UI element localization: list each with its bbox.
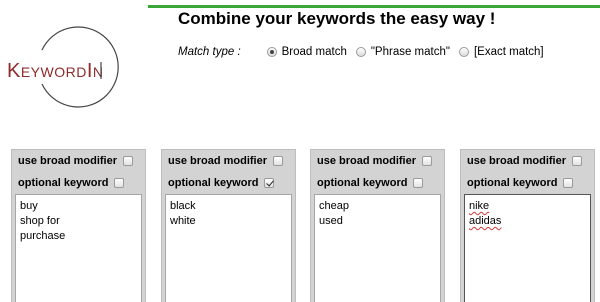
optional-keyword-row: optional keyword [461, 172, 594, 194]
broad-modifier-label: use broad modifier [168, 155, 268, 167]
keyword-column-1: use broad modifier optional keyword buy … [11, 149, 146, 302]
broad-match-radio[interactable] [266, 47, 277, 57]
broad-modifier-row: use broad modifier [12, 150, 145, 172]
keyword-textarea[interactable]: black white [165, 194, 292, 302]
broad-modifier-label: use broad modifier [18, 155, 118, 167]
match-option-phrase[interactable]: "Phrase match" [355, 46, 450, 58]
exact-match-radio[interactable] [458, 47, 469, 57]
keyword-column-2: use broad modifier optional keyword blac… [161, 149, 296, 302]
broad-modifier-label: use broad modifier [317, 155, 417, 167]
optional-keyword-label: optional keyword [317, 177, 408, 189]
keywordin-logo[interactable]: KEYWORDIN [4, 22, 144, 112]
optional-keyword-row: optional keyword [311, 172, 444, 194]
exact-match-label: [Exact match] [473, 46, 544, 58]
keyword-line: adidas [469, 215, 502, 227]
match-option-broad[interactable]: Broad match [266, 46, 347, 58]
phrase-match-radio[interactable] [355, 47, 366, 57]
optional-keyword-row: optional keyword [162, 172, 295, 194]
broad-modifier-row: use broad modifier [162, 150, 295, 172]
top-accent-bar [148, 5, 600, 8]
keyword-column-4: use broad modifier optional keyword nike… [460, 149, 595, 302]
keyword-textarea[interactable]: nike adidas [464, 194, 591, 302]
keyword-line: shop for [20, 215, 60, 227]
match-type-row: Match type : Broad match "Phrase match" … [178, 46, 553, 58]
broad-modifier-checkbox[interactable] [123, 156, 134, 166]
page: KEYWORDIN Combine your keywords the easy… [0, 0, 600, 302]
keyword-textarea[interactable]: buy shop for purchase [15, 194, 142, 302]
optional-keyword-row: optional keyword [12, 172, 145, 194]
broad-match-label: Broad match [281, 46, 347, 58]
keyword-line: black [170, 200, 196, 212]
optional-keyword-label: optional keyword [168, 177, 259, 189]
keyword-line: used [319, 215, 343, 227]
match-option-exact[interactable]: [Exact match] [458, 46, 544, 58]
optional-keyword-checkbox[interactable] [413, 178, 424, 188]
keyword-line: white [170, 215, 196, 227]
optional-keyword-checkbox[interactable] [563, 178, 574, 188]
optional-keyword-label: optional keyword [467, 177, 558, 189]
page-title: Combine your keywords the easy way ! [178, 9, 496, 28]
svg-text:KEYWORDIN: KEYWORDIN [7, 60, 104, 82]
keyword-line: purchase [20, 230, 66, 242]
broad-modifier-row: use broad modifier [461, 150, 594, 172]
keyword-line: cheap [319, 200, 349, 212]
broad-modifier-checkbox[interactable] [273, 156, 284, 166]
broad-modifier-row: use broad modifier [311, 150, 444, 172]
match-type-label: Match type : [178, 46, 241, 58]
keyword-textarea[interactable]: cheap used [314, 194, 441, 302]
optional-keyword-checkbox[interactable] [264, 178, 275, 188]
broad-modifier-checkbox[interactable] [572, 156, 583, 166]
keyword-line: nike [469, 200, 490, 212]
keyword-line: buy [20, 200, 38, 212]
optional-keyword-label: optional keyword [18, 177, 109, 189]
phrase-match-label: "Phrase match" [370, 46, 450, 58]
broad-modifier-label: use broad modifier [467, 155, 567, 167]
broad-modifier-checkbox[interactable] [422, 156, 433, 166]
optional-keyword-checkbox[interactable] [114, 178, 125, 188]
keyword-column-3: use broad modifier optional keyword chea… [310, 149, 445, 302]
